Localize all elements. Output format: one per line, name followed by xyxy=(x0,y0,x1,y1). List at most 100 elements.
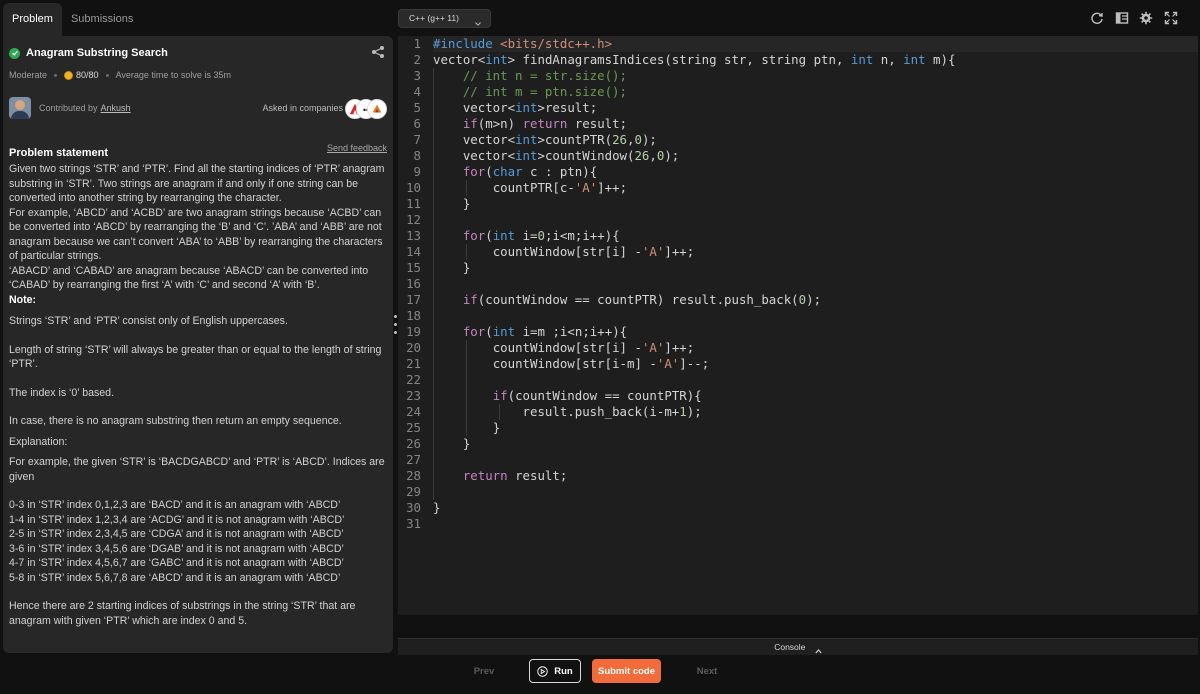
code-line[interactable] xyxy=(433,452,1198,468)
tab-problem[interactable]: Problem xyxy=(3,3,62,36)
contributor-link[interactable]: Ankush xyxy=(101,103,131,113)
code-line[interactable]: // int n = str.size(); xyxy=(433,68,1198,84)
code-line[interactable]: } xyxy=(433,500,1198,516)
company-logos[interactable]: ▪▪ xyxy=(345,99,387,119)
code-line[interactable]: vector<int>countPTR(26,0); xyxy=(433,132,1198,148)
line-number: 25 xyxy=(406,420,421,435)
code-line[interactable]: vector<int>countWindow(26,0); xyxy=(433,148,1198,164)
line-number: 21 xyxy=(406,356,421,371)
statement-line: For example, the given ‘STR’ is ‘BACDGAB… xyxy=(9,456,385,468)
coin-icon xyxy=(64,70,74,80)
code-line[interactable]: } xyxy=(433,260,1198,276)
code-area[interactable]: #include <bits/stdc++.h> vector<int> find… xyxy=(433,36,1198,615)
run-button[interactable]: Run xyxy=(529,659,581,683)
line-number: 28 xyxy=(406,468,421,483)
statement-line: Length of string ‘STR’ will always be gr… xyxy=(9,343,382,356)
code-editor[interactable]: 1 2 3 4 5 6 7 8 9 10 11 12 13 14 15 16 17 18 19 20 21 22 23 24 2… xyxy=(398,36,1198,615)
code-line[interactable]: } xyxy=(433,420,1198,436)
code-line[interactable]: countWindow[str[i] -'A']++; xyxy=(433,244,1198,260)
code-line[interactable] xyxy=(433,276,1198,292)
line-number: 20 xyxy=(406,340,421,355)
statement-line: 0-3 in ‘STR’ index 0,1,2,3 are ‘BACD’ an… xyxy=(9,499,341,511)
statement-line: For example, ‘ABCD’ and ‘ACBD’ are two a… xyxy=(9,206,382,219)
problem-title: Anagram Substring Search xyxy=(26,47,168,59)
code-line[interactable]: countWindow[str[i] -'A']++; xyxy=(433,340,1198,356)
line-number: 8 xyxy=(413,148,421,163)
prev-button[interactable]: Prev xyxy=(460,659,508,683)
share-icon[interactable] xyxy=(371,45,385,59)
code-line[interactable]: if(m>n) return result; xyxy=(433,116,1198,132)
line-number-gutter: 1 2 3 4 5 6 7 8 9 10 11 12 13 14 15 16 17 18 19 20 21 22 23 24 2… xyxy=(398,36,433,615)
line-number: 24 xyxy=(406,404,421,419)
statement-line: The index is ‘0’ based. xyxy=(9,386,115,399)
contributor-row: Contributed by Ankush Asked in companies … xyxy=(9,97,387,121)
action-bar: Prev Run Submit code Next xyxy=(0,656,1200,694)
separator-dot xyxy=(105,73,109,77)
line-number: 7 xyxy=(413,132,421,147)
line-number: 18 xyxy=(406,308,421,323)
statement-line: anagram because we can’t convert ‘ABA’ t… xyxy=(9,235,383,248)
code-line[interactable]: for(int i=m ;i<n;i++){ xyxy=(433,324,1198,340)
separator-dot xyxy=(54,73,58,77)
solved-check-icon xyxy=(9,47,20,59)
code-line[interactable] xyxy=(433,516,1198,532)
problem-meta: Moderate 80/80 Average time to solve is … xyxy=(9,68,231,82)
submit-code-button[interactable]: Submit code xyxy=(592,659,661,683)
run-label: Run xyxy=(554,665,573,677)
line-number: 2 xyxy=(413,52,421,67)
statement-line: 5-8 in ‘STR’ index 5,6,7,8 are ‘ABCD’ an… xyxy=(9,571,341,584)
fullscreen-icon[interactable] xyxy=(1164,11,1178,25)
statement-line: ‘PTR’. xyxy=(9,358,38,370)
tab-submissions[interactable]: Submissions xyxy=(62,3,142,36)
line-number: 10 xyxy=(406,180,421,195)
line-number: 9 xyxy=(413,164,421,179)
line-number: 15 xyxy=(406,260,421,275)
statement-line: Hence there are 2 starting indices of su… xyxy=(9,600,356,612)
code-line[interactable]: vector<int> findAnagramsIndices(string s… xyxy=(433,52,1198,68)
code-line[interactable]: for(int i=0;i<m;i++){ xyxy=(433,228,1198,244)
code-line[interactable]: countPTR[c-'A']++; xyxy=(433,180,1198,196)
editor-toolbar: C++ (g++ 11) xyxy=(398,0,1200,36)
code-line[interactable]: return result; xyxy=(433,468,1198,484)
settings-icon[interactable] xyxy=(1139,11,1153,25)
chevron-up-icon xyxy=(815,644,822,654)
company-logo-icon xyxy=(367,99,387,119)
code-line[interactable]: for(char c : ptn){ xyxy=(433,164,1198,180)
code-line[interactable]: } xyxy=(433,436,1198,452)
code-line[interactable] xyxy=(433,212,1198,228)
code-line[interactable]: if(countWindow == countPTR) result.push_… xyxy=(433,292,1198,308)
code-line[interactable]: #include <bits/stdc++.h> xyxy=(433,36,1198,52)
code-line[interactable] xyxy=(433,484,1198,500)
code-line[interactable]: } xyxy=(433,196,1198,212)
problem-title-row: Anagram Substring Search xyxy=(9,45,387,61)
line-number: 14 xyxy=(406,244,421,259)
statement-line: converted into another string by rearran… xyxy=(9,192,282,204)
asked-in-companies-label: Asked in companies xyxy=(262,103,343,113)
code-line[interactable]: if(countWindow == countPTR){ xyxy=(433,388,1198,404)
code-line[interactable]: result.push_back(i-m+1); xyxy=(433,404,1198,420)
line-number: 30 xyxy=(406,500,421,515)
console-toggle[interactable]: Console xyxy=(398,638,1198,655)
code-line[interactable] xyxy=(433,372,1198,388)
layout-icon[interactable] xyxy=(1115,11,1129,25)
next-button[interactable]: Next xyxy=(684,659,730,683)
contributed-by-label: Contributed by xyxy=(39,103,98,113)
statement-line: of particular strings. xyxy=(9,250,102,262)
statement-line: 4-7 in ‘STR’ index 4,5,6,7 are ‘GABC’ an… xyxy=(9,557,344,569)
language-value: C++ (g++ 11) xyxy=(409,13,459,23)
avatar xyxy=(9,97,31,119)
code-line[interactable]: // int m = ptn.size(); xyxy=(433,84,1198,100)
statement-header: Problem statement Send feedback xyxy=(9,143,387,159)
line-number: 22 xyxy=(406,372,421,387)
language-select[interactable]: C++ (g++ 11) xyxy=(398,9,491,28)
line-number: 1 xyxy=(413,36,421,51)
indent-guide xyxy=(466,180,467,196)
refresh-icon[interactable] xyxy=(1090,11,1104,25)
problem-panel: Anagram Substring Search Moderate 80/80 … xyxy=(3,36,393,653)
statement-line: ‘ABACD’ and ‘CABAD’ are anagram because … xyxy=(9,264,369,277)
code-line[interactable]: vector<int>result; xyxy=(433,100,1198,116)
send-feedback-link[interactable]: Send feedback xyxy=(327,143,387,153)
line-number: 29 xyxy=(406,484,421,499)
code-line[interactable] xyxy=(433,308,1198,324)
code-line[interactable]: countWindow[str[i-m] -'A']--; xyxy=(433,356,1198,372)
